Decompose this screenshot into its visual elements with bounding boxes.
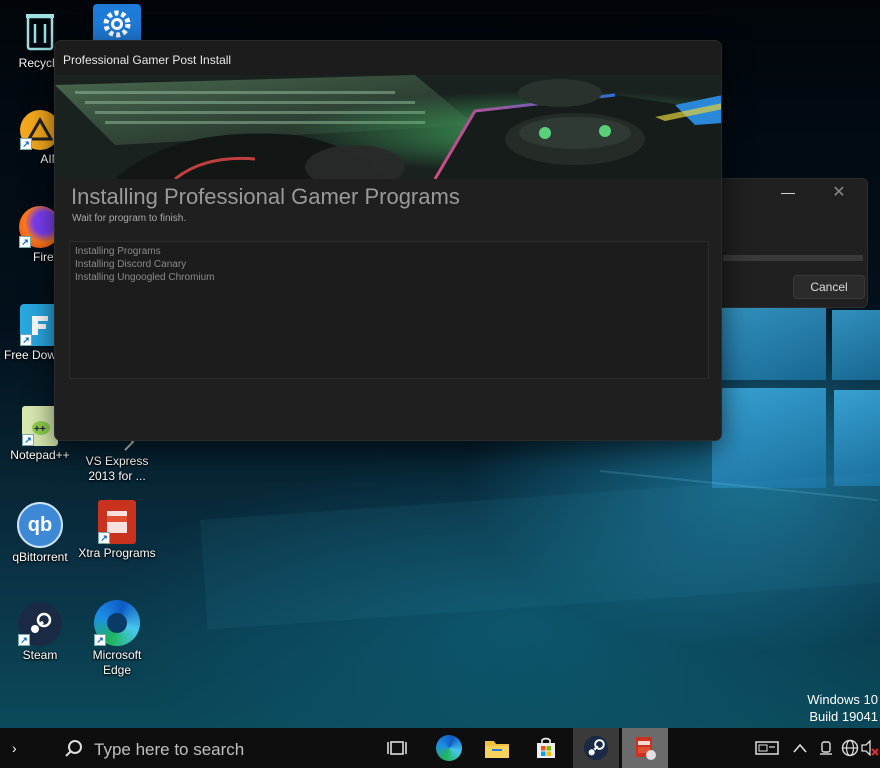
desktop-icon-qbittorrent[interactable]: qb qBittorrent bbox=[0, 502, 80, 565]
svg-text:++: ++ bbox=[34, 424, 46, 435]
file-explorer-icon bbox=[485, 741, 509, 758]
desktop-icon-vs-express[interactable]: VS Express 2013 for ... bbox=[77, 434, 157, 484]
taskbar-steam-button[interactable] bbox=[573, 728, 619, 768]
wallpaper-window-pane bbox=[832, 310, 880, 380]
search-icon bbox=[65, 740, 82, 757]
wallpaper-window-pane bbox=[722, 308, 826, 380]
taskbar-file-explorer-button[interactable] bbox=[474, 728, 520, 768]
desktop-icon-xtra-programs[interactable]: ↗ Xtra Programs bbox=[77, 500, 157, 561]
desktop-icon-label: VS Express 2013 for ... bbox=[85, 454, 149, 483]
taskbar-search-box[interactable]: Type here to search bbox=[60, 733, 360, 763]
watermark-line: Build 19041 bbox=[809, 709, 878, 724]
desktop-icon-label: qBittorrent bbox=[12, 550, 68, 564]
device-icon bbox=[820, 741, 832, 755]
desktop-icon-label: Steam bbox=[22, 648, 58, 662]
windows-build-watermark: Windows 10 Build 19041 bbox=[807, 691, 878, 725]
shortcut-arrow-icon: ↗ bbox=[18, 634, 30, 646]
window-title: Professional Gamer Post Install bbox=[63, 53, 232, 67]
volume-button[interactable] bbox=[860, 728, 880, 768]
tray-device-button[interactable] bbox=[814, 728, 838, 768]
store-icon bbox=[537, 737, 555, 758]
shortcut-arrow-icon: ↗ bbox=[98, 532, 110, 544]
taskbar-store-button[interactable] bbox=[523, 728, 569, 768]
shortcut-arrow-icon: ↗ bbox=[22, 434, 34, 446]
task-view-icon bbox=[387, 741, 407, 755]
log-line: Installing Discord Canary bbox=[75, 259, 187, 270]
progress-bar bbox=[723, 255, 863, 261]
wallpaper-window-pane bbox=[712, 388, 826, 488]
steam-icon: ↗ bbox=[18, 602, 62, 646]
tray-notification-button[interactable] bbox=[752, 728, 782, 768]
installer-icon bbox=[636, 737, 656, 760]
installer-dialog: Professional Gamer Post Install Installi… bbox=[54, 40, 722, 441]
cancel-button[interactable]: Cancel bbox=[793, 275, 865, 299]
taskbar-installer-button[interactable] bbox=[622, 728, 668, 768]
shortcut-arrow-icon: ↗ bbox=[19, 236, 31, 248]
desktop-icon-steam[interactable]: ↗ Steam bbox=[0, 602, 80, 663]
network-button[interactable] bbox=[838, 728, 862, 768]
minimize-button[interactable]: — bbox=[781, 185, 795, 201]
taskbar: › Type here to search bbox=[0, 728, 880, 768]
log-line: Installing Ungoogled Chromium bbox=[75, 272, 215, 283]
search-placeholder: Type here to search bbox=[94, 740, 245, 759]
close-button[interactable]: ✕ bbox=[831, 185, 847, 201]
edge-icon bbox=[436, 735, 462, 761]
keyboard-icon bbox=[755, 741, 779, 755]
qbittorrent-icon: qb bbox=[17, 502, 63, 548]
desktop-icon-edge[interactable]: ↗ Microsoft Edge bbox=[77, 600, 157, 678]
background-dialog: — ✕ Cancel bbox=[700, 178, 868, 308]
xtra-programs-icon: ↗ bbox=[98, 500, 136, 544]
title-bar[interactable]: Professional Gamer Post Install bbox=[55, 41, 721, 75]
shortcut-arrow-icon: ↗ bbox=[20, 334, 32, 346]
desktop-icon-label: Notepad++ bbox=[10, 448, 70, 462]
task-view-button[interactable] bbox=[374, 728, 420, 768]
notepad-plus-plus-icon: ++ ↗ bbox=[22, 406, 58, 446]
chevron-up-icon bbox=[793, 743, 807, 753]
watermark-line: Windows 10 bbox=[807, 692, 878, 707]
edge-icon: ↗ bbox=[94, 600, 140, 646]
shortcut-arrow-icon: ↗ bbox=[94, 634, 106, 646]
page-heading: Installing Professional Gamer Programs bbox=[71, 184, 460, 209]
taskbar-edge-button[interactable] bbox=[426, 728, 472, 768]
gaming-banner-image bbox=[55, 75, 721, 179]
volume-muted-icon bbox=[861, 740, 879, 756]
start-chevron-icon[interactable]: › bbox=[12, 740, 32, 756]
steam-icon bbox=[583, 735, 609, 761]
log-line: Installing Programs bbox=[75, 246, 161, 257]
shortcut-arrow-icon: ↗ bbox=[20, 138, 32, 150]
globe-icon bbox=[841, 739, 859, 757]
desktop-icon-label: Microsoft Edge bbox=[92, 648, 142, 677]
show-hidden-icons-button[interactable] bbox=[788, 728, 812, 768]
page-subheading: Wait for program to finish. bbox=[72, 213, 187, 224]
wallpaper-window-pane bbox=[834, 390, 880, 486]
wallpaper-light-beam bbox=[200, 471, 880, 630]
desktop-icon-label: Xtra Programs bbox=[78, 546, 156, 560]
install-log: Installing Programs Installing Discord C… bbox=[69, 241, 709, 379]
settings-gear-icon bbox=[93, 4, 141, 44]
